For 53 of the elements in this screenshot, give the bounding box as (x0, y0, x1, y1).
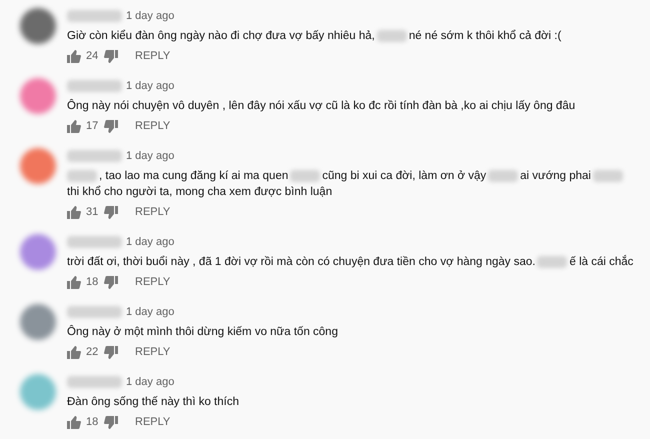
like-count: 18 (86, 274, 100, 290)
reply-button[interactable]: REPLY (135, 274, 170, 290)
redaction-blur (67, 170, 97, 182)
comment-text: ế là cái chắc (569, 254, 634, 270)
comment-text: cũng bi xui ca đời, làm ơn ở vậy (322, 169, 486, 184)
thumbs-down-icon[interactable] (104, 206, 118, 218)
like-count: 22 (86, 344, 100, 360)
redacted-name (67, 236, 122, 248)
redaction-blur (290, 170, 320, 182)
thumbs-up-icon[interactable] (67, 120, 81, 132)
thumbs-down-icon[interactable] (104, 50, 118, 62)
thumbs-up-icon[interactable] (67, 416, 81, 428)
thumbs-down-icon[interactable] (104, 416, 118, 428)
redacted-name (67, 150, 122, 162)
thumbs-up-icon[interactable] (67, 276, 81, 288)
reply-button[interactable]: REPLY (135, 204, 170, 220)
comment-text: Ông này nói chuyện vô duyên , lên đây nói xấu vợ cũ là ko đc rồi tính đàn bà ,ko ai chịu lấy ông đâu (67, 98, 576, 114)
comment-time[interactable]: 1 day ago (126, 8, 174, 24)
thumbs-up-icon[interactable] (67, 206, 81, 218)
comment-text: trời đất ơi, thời buổi này , đã 1 đời vợ rồi mà còn có chuyện đưa tiền cho vợ hàng ngày sao. (67, 254, 536, 270)
like-count: 18 (86, 414, 100, 430)
like-count: 24 (86, 48, 100, 64)
thumbs-down-icon[interactable] (104, 346, 118, 358)
comment-time[interactable]: 1 day ago (126, 234, 174, 250)
like-count: 17 (86, 118, 100, 134)
redaction-blur (376, 30, 407, 42)
redaction-blur (488, 170, 518, 182)
comment-time[interactable]: 1 day ago (126, 78, 174, 94)
redacted-name (67, 306, 122, 318)
comment-text: , tao lao ma cung đăng kí ai ma quen (99, 169, 288, 184)
reply-button[interactable]: REPLY (135, 118, 170, 134)
redaction-blur (593, 170, 623, 182)
thumbs-down-icon[interactable] (104, 120, 118, 132)
comment-time[interactable]: 1 day ago (126, 304, 174, 320)
redacted-name (67, 376, 122, 388)
comment-text: thi khổ cho người ta, mong cha xem được bình luận (67, 184, 332, 200)
redaction-blur (537, 256, 568, 268)
thumbs-down-icon[interactable] (104, 276, 118, 288)
reply-button[interactable]: REPLY (135, 344, 170, 360)
like-count: 31 (86, 204, 100, 220)
comment-text: Ông này ở một mình thôi dừng kiếm vo nữa tốn công (67, 324, 338, 340)
reply-button[interactable]: REPLY (135, 414, 170, 430)
comment-time[interactable]: 1 day ago (126, 374, 174, 390)
thumbs-up-icon[interactable] (67, 50, 81, 62)
redacted-name (67, 80, 122, 92)
thumbs-up-icon[interactable] (67, 346, 81, 358)
comment-text: né né sớm k thôi khổ cả đời :( (408, 28, 562, 44)
reply-button[interactable]: REPLY (135, 48, 170, 64)
redacted-name (67, 10, 122, 22)
comment-text: ai vướng phai (520, 169, 591, 184)
comment-time[interactable]: 1 day ago (126, 148, 174, 164)
comment-text: Đàn ông sống thế này thì ko thích (67, 395, 239, 410)
comment-text: Giờ còn kiểu đàn ông ngày nào đi chợ đưa vợ bấy nhiêu hả, (67, 28, 375, 44)
